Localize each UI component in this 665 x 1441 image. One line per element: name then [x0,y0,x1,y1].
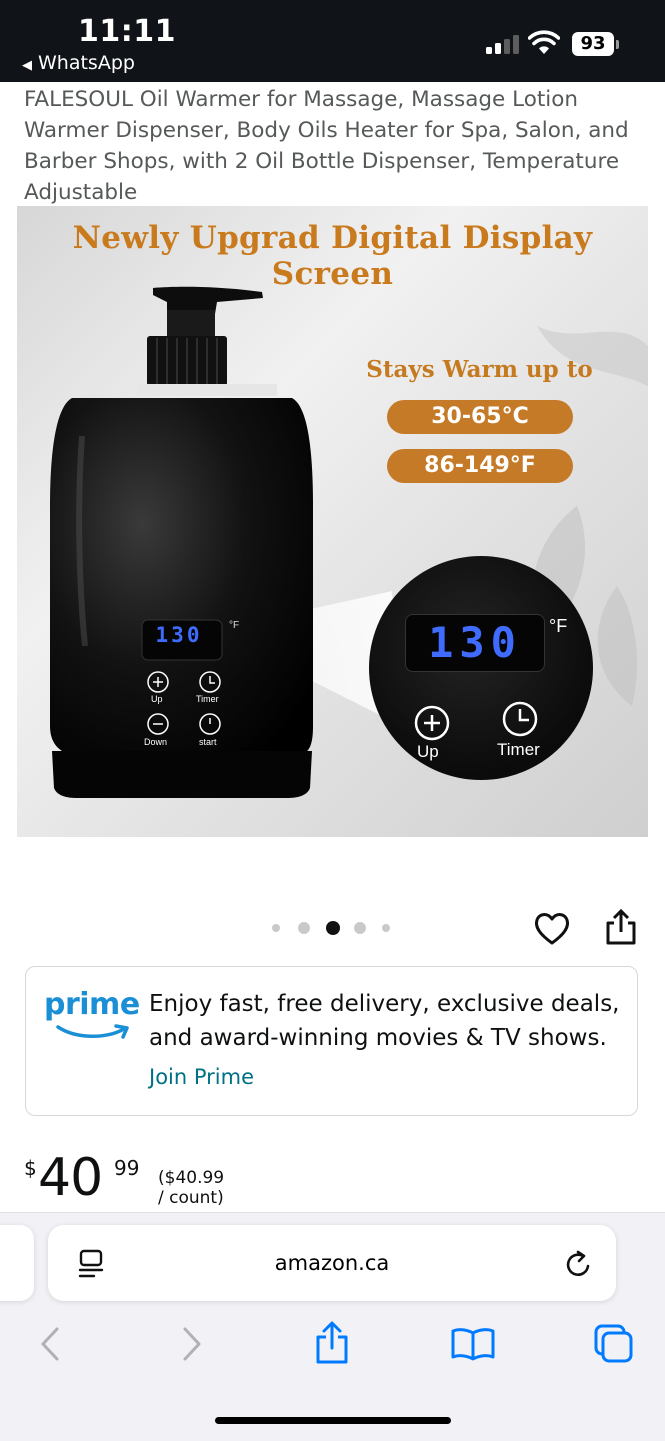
forward-icon[interactable] [180,1326,204,1362]
back-to-app-link[interactable]: ◀ WhatsApp [22,52,135,74]
home-indicator[interactable] [215,1417,451,1424]
price-currency: $ [24,1156,37,1180]
share-icon[interactable] [604,908,638,946]
clock-icon [502,701,538,737]
plus-circle-icon [414,705,450,741]
status-time: 11:11 [78,14,176,49]
price-fraction: 99 [114,1156,140,1180]
image-headline: Newly Upgrad Digital Display Screen [72,220,593,292]
temp-celsius-badge: 30-65°C [387,400,573,434]
back-app-label: WhatsApp [38,52,135,74]
prime-promo-card[interactable]: prime Enjoy fast, free delivery, exclusi… [25,966,638,1116]
zoom-timer-label: Timer [497,740,540,759]
price-whole: 40 [38,1148,103,1208]
prime-smile-icon [56,1024,129,1039]
product-image[interactable]: 130 °F Up Timer Down start Newly Upgrad … [17,206,648,837]
carousel-dot[interactable] [298,922,310,934]
prime-logo: prime [44,987,140,1022]
join-prime-link[interactable]: Join Prime [149,1065,254,1089]
carousel-dot-active[interactable] [326,921,340,935]
share-page-icon[interactable] [314,1320,350,1366]
temp-fahrenheit-badge: 86-149°F [387,449,573,483]
product-title[interactable]: FALESOUL Oil Warmer for Massage, Massage… [24,84,644,208]
back-arrow-icon: ◀ [22,58,32,73]
carousel-dot[interactable] [272,924,280,932]
wifi-icon [528,30,560,54]
previous-tab-preview[interactable] [0,1225,34,1301]
carousel-dot[interactable] [382,924,390,932]
bookmarks-icon[interactable] [450,1326,496,1362]
bottle-display-digits: 130 [155,623,203,647]
reload-icon[interactable] [564,1249,594,1279]
heart-icon[interactable] [533,910,571,948]
display-zoom-inset: 130 °F Up Timer [369,556,593,780]
url-text: amazon.ca [274,1251,390,1275]
battery-tip [616,40,619,49]
unit-price: ($40.99 / count) [158,1168,225,1208]
zoom-display-unit: °F [549,616,568,636]
stays-warm-text: Stays Warm up to [366,356,593,383]
zoom-display-digits: 130 [428,618,522,667]
tabs-icon[interactable] [592,1322,636,1366]
cellular-signal-icon [486,35,519,54]
bottle-timer-label: Timer [196,694,219,704]
status-bar: 11:11 ◀ WhatsApp 93 [0,0,665,82]
bottle-display-unit: °F [229,620,240,631]
zoom-up-label: Up [417,742,439,761]
carousel-dot[interactable] [354,922,366,934]
back-icon[interactable] [38,1326,62,1362]
address-bar[interactable]: amazon.ca [48,1225,616,1301]
prime-promo-text: Enjoy fast, free delivery, exclusive dea… [149,991,620,1051]
bottle-up-label: Up [151,694,163,704]
battery-level: 93 [572,32,614,56]
zoom-lcd: 130 [405,614,545,672]
bottle-start-label: start [199,737,217,747]
bottle-down-label: Down [144,737,168,747]
